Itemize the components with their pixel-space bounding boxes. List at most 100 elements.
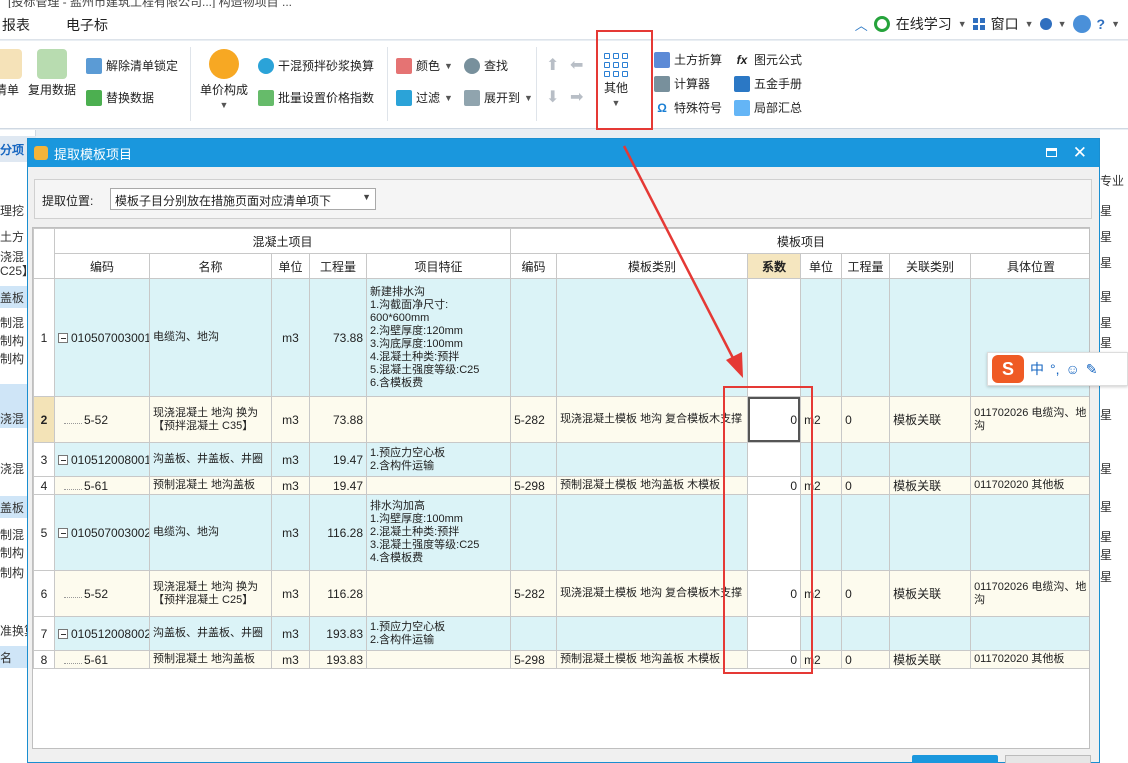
- cell-name[interactable]: 现浇混凝土 地沟 换为【预拌混凝土 C25】: [149, 570, 272, 617]
- cell-formwork-code[interactable]: [510, 494, 558, 571]
- cell-unit[interactable]: m3: [271, 616, 310, 651]
- col-location[interactable]: 具体位置: [970, 253, 1089, 279]
- maximize-icon[interactable]: [1046, 148, 1057, 157]
- cell-relation[interactable]: [889, 616, 972, 651]
- cell-formwork-qty[interactable]: 0: [841, 650, 891, 669]
- cell-name[interactable]: 预制混凝土 地沟盖板: [149, 650, 272, 669]
- cell-qty[interactable]: 19.47: [309, 442, 367, 477]
- cell-coefficient[interactable]: [747, 442, 802, 477]
- col-formwork-code[interactable]: 编码: [510, 253, 558, 279]
- cell-feature[interactable]: 新建排水沟 1.沟截面净尺寸: 600*600mm 2.沟壁厚度:120mm 3.沟底厚…: [365, 278, 512, 397]
- cell-formwork-unit[interactable]: [800, 442, 843, 477]
- cell-relation[interactable]: 模板关联: [889, 650, 972, 669]
- cell-index[interactable]: 1: [33, 278, 55, 397]
- cell-relation[interactable]: [889, 278, 972, 397]
- table-row[interactable]: 2 5-52 现浇混凝土 地沟 换为【预拌混凝土 C35】 m3 73.88 5-282 现…: [33, 396, 1089, 443]
- cell-name[interactable]: 预制混凝土 地沟盖板: [149, 476, 272, 495]
- user-icon[interactable]: [1039, 18, 1052, 30]
- move-up-icon[interactable]: ⬆: [546, 55, 559, 75]
- cell-coefficient[interactable]: [747, 278, 802, 397]
- unlock-bill-button[interactable]: 解除清单锁定: [86, 57, 178, 74]
- cell-formwork-unit[interactable]: [800, 278, 843, 397]
- cell-qty[interactable]: 116.28: [309, 494, 367, 571]
- col-unit[interactable]: 单位: [271, 253, 310, 279]
- cell-formwork-qty[interactable]: 0: [841, 570, 891, 617]
- table-row[interactable]: 1 010507003001 电缆沟、地沟 m3 73.88 新建排水沟 1.沟截面净尺寸:…: [33, 278, 1089, 397]
- cell-name[interactable]: 沟盖板、井盖板、井圈: [149, 442, 272, 477]
- earth-convert-button[interactable]: 土方折算: [654, 51, 722, 68]
- pen-icon[interactable]: ✎: [1086, 361, 1098, 378]
- table-row[interactable]: 5 010507003002 电缆沟、地沟 m3 116.28 排水沟加高 1.沟壁厚度:1…: [33, 494, 1089, 571]
- cell-coefficient[interactable]: 0: [747, 650, 802, 669]
- table-row[interactable]: 6 5-52 现浇混凝土 地沟 换为【预拌混凝土 C25】 m3 116.28 5-282…: [33, 570, 1089, 617]
- cell-formwork-code[interactable]: [510, 442, 558, 477]
- cell-formwork-type[interactable]: 现浇混凝土模板 地沟 复合模板木支撑: [556, 396, 749, 443]
- ime-punctuation[interactable]: °,: [1050, 361, 1060, 377]
- cell-index[interactable]: 5: [33, 494, 55, 571]
- cell-code-wrap[interactable]: 010512008002: [54, 616, 150, 651]
- cell-code-wrap[interactable]: 5-52: [54, 396, 150, 443]
- cell-formwork-qty[interactable]: [841, 616, 891, 651]
- cell-code-wrap[interactable]: 010507003002: [54, 494, 150, 571]
- cell-unit[interactable]: m3: [271, 476, 310, 495]
- chevron-down-icon[interactable]: ▼: [958, 19, 967, 29]
- cell-qty[interactable]: 73.88: [309, 396, 367, 443]
- cell-coefficient[interactable]: 0: [747, 476, 802, 495]
- special-symbol-button[interactable]: Ω 特殊符号: [654, 99, 722, 116]
- cell-relation[interactable]: 模板关联: [889, 476, 972, 495]
- cell-formwork-type[interactable]: 现浇混凝土模板 地沟 复合模板木支撑: [556, 570, 749, 617]
- expand-to-button[interactable]: 展开到 ▼: [464, 89, 533, 106]
- ime-language[interactable]: 中: [1030, 359, 1044, 379]
- replace-data-button[interactable]: 替换数据: [86, 89, 154, 106]
- cell-qty[interactable]: 193.83: [309, 616, 367, 651]
- collapse-icon[interactable]: [58, 527, 68, 538]
- reuse-data-button[interactable]: 复用数据: [28, 49, 76, 98]
- cell-feature[interactable]: [365, 650, 512, 669]
- help-button[interactable]: ?: [1097, 16, 1106, 32]
- cell-feature[interactable]: 排水沟加高 1.沟壁厚度:100mm 2.混凝土种类:预拌 3.混凝土强度等级:C25…: [365, 494, 512, 571]
- move-down-icon[interactable]: ⬇: [546, 87, 559, 107]
- cell-formwork-code[interactable]: 5-298: [510, 476, 558, 495]
- cell-unit[interactable]: m3: [271, 278, 310, 397]
- cell-relation[interactable]: [889, 442, 972, 477]
- cell-formwork-type[interactable]: [556, 616, 749, 651]
- cell-formwork-unit[interactable]: m2: [800, 396, 843, 443]
- cell-formwork-qty[interactable]: 0: [841, 476, 891, 495]
- cell-coefficient[interactable]: [747, 616, 802, 651]
- position-select[interactable]: 模板子目分别放在措施页面对应清单项下 ▼: [110, 188, 376, 210]
- cell-unit[interactable]: m3: [271, 570, 310, 617]
- cell-coefficient[interactable]: 0: [747, 570, 802, 617]
- element-formula-button[interactable]: fx 图元公式: [734, 51, 802, 68]
- cell-formwork-unit[interactable]: m2: [800, 476, 843, 495]
- cell-code-wrap[interactable]: 010512008001: [54, 442, 150, 477]
- col-coefficient[interactable]: 系数: [747, 253, 802, 279]
- cell-qty[interactable]: 116.28: [309, 570, 367, 617]
- collapse-icon[interactable]: [58, 454, 68, 465]
- cell-relation[interactable]: [889, 494, 972, 571]
- cell-formwork-type[interactable]: 预制混凝土模板 地沟盖板 木模板: [556, 650, 749, 669]
- menu-electronic-bid[interactable]: 电子标: [66, 15, 108, 35]
- local-summary-button[interactable]: 局部汇总: [734, 99, 802, 116]
- cell-location[interactable]: 011702020 其他板: [970, 650, 1089, 669]
- cell-index[interactable]: 3: [33, 442, 55, 477]
- col-relation[interactable]: 关联类别: [889, 253, 972, 279]
- cell-name[interactable]: 现浇混凝土 地沟 换为【预拌混凝土 C35】: [149, 396, 272, 443]
- col-formwork-type[interactable]: 模板类别: [556, 253, 749, 279]
- cell-formwork-unit[interactable]: [800, 494, 843, 571]
- cell-formwork-type[interactable]: [556, 442, 749, 477]
- move-right-icon[interactable]: ➡: [570, 87, 583, 107]
- cell-formwork-code[interactable]: [510, 278, 558, 397]
- chevron-down-icon[interactable]: ▼: [1111, 19, 1120, 29]
- cell-index[interactable]: 7: [33, 616, 55, 651]
- cell-formwork-type[interactable]: 预制混凝土模板 地沟盖板 木模板: [556, 476, 749, 495]
- cell-code-wrap[interactable]: 5-52: [54, 570, 150, 617]
- table-row[interactable]: 4 5-61 预制混凝土 地沟盖板 m3 19.47 5-298 预制混凝土模板 地沟盖板 …: [33, 476, 1089, 495]
- cell-feature[interactable]: [365, 570, 512, 617]
- cell-name[interactable]: 沟盖板、井盖板、井圈: [149, 616, 272, 651]
- color-button[interactable]: 颜色 ▼: [396, 57, 453, 74]
- cell-index[interactable]: 6: [33, 570, 55, 617]
- cell-formwork-unit[interactable]: [800, 616, 843, 651]
- col-code[interactable]: 编码: [54, 253, 150, 279]
- online-learning-button[interactable]: 在线学习: [896, 14, 952, 34]
- cell-qty[interactable]: 73.88: [309, 278, 367, 397]
